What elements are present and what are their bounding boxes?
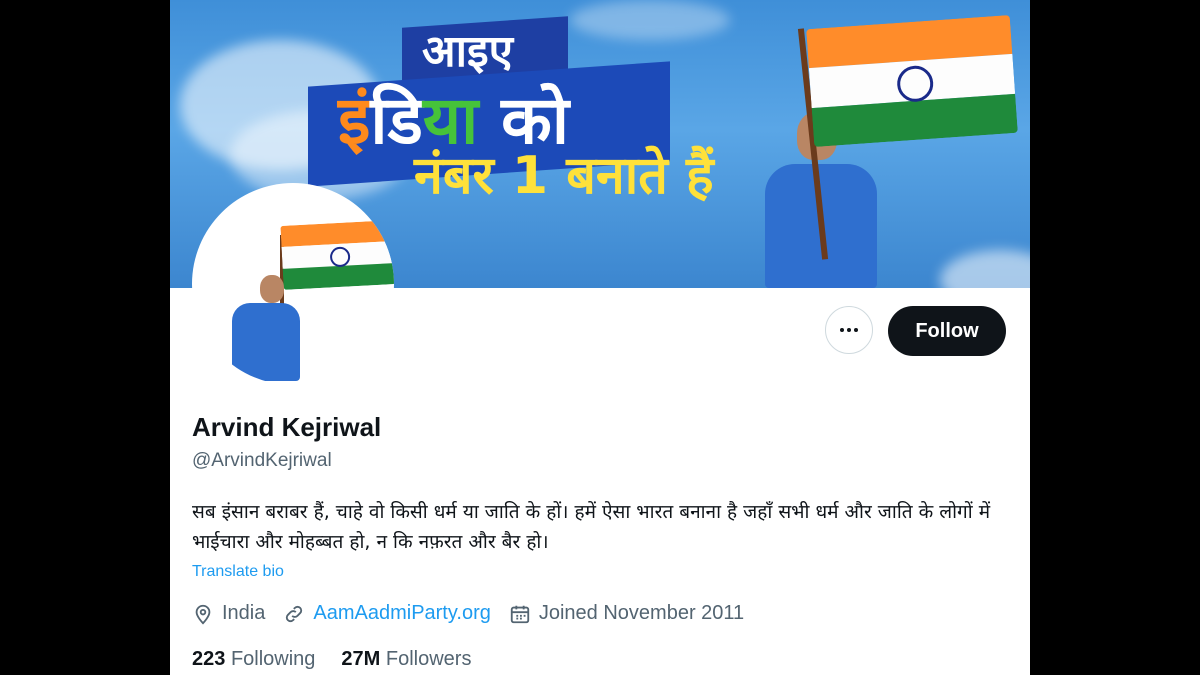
india-flag-icon xyxy=(806,15,1018,147)
following-count: 223 xyxy=(192,648,226,670)
joined-item: Joined November 2011 xyxy=(509,602,744,625)
following-label: Following xyxy=(230,648,316,670)
website-link[interactable]: AamAadmiParty.org xyxy=(313,602,490,625)
more-horizontal-icon xyxy=(840,328,858,332)
india-flag-icon xyxy=(280,220,394,290)
profile-name: Arvind Kejriwal xyxy=(192,412,382,442)
followers-stat[interactable]: 27M Followers xyxy=(341,648,471,671)
banner-headline-line3: नंबर 1 बनाते हैं xyxy=(414,146,714,206)
banner-headline-word-saffron: इं xyxy=(338,82,371,159)
location-item: India xyxy=(192,602,265,625)
profile-bio: सब इंसान बराबर हैं, चाहे वो किसी धर्म या… xyxy=(192,501,991,553)
banner-cloud xyxy=(940,250,1030,288)
follow-button[interactable]: Follow xyxy=(888,306,1006,356)
person-shirt xyxy=(232,303,300,381)
followers-label: Followers xyxy=(385,648,472,670)
banner-headline-line1: आइए xyxy=(422,26,513,77)
following-stat[interactable]: 223 Following xyxy=(192,648,315,671)
avatar[interactable] xyxy=(192,183,394,385)
more-options-button[interactable] xyxy=(825,306,873,354)
profile-page: आइए इंडिया को नंबर 1 बनाते हैं Follow Ar… xyxy=(170,0,1030,675)
translate-bio-link[interactable]: Translate bio xyxy=(192,563,284,581)
joined-date: Joined November 2011 xyxy=(538,602,745,624)
follow-stats: 223 Following 27M Followers xyxy=(192,648,497,671)
location-pin-icon xyxy=(195,604,211,624)
followers-count: 27M xyxy=(341,648,381,670)
location-text: India xyxy=(222,602,266,624)
person-head xyxy=(260,275,284,303)
profile-meta: India AamAadmiParty.org Joined November … xyxy=(192,602,762,625)
banner-cloud xyxy=(570,0,730,40)
calendar-icon xyxy=(510,605,530,623)
banner-headline-line2: इंडिया को xyxy=(338,88,569,154)
website-item: AamAadmiParty.org xyxy=(283,602,491,625)
link-icon xyxy=(286,605,303,622)
profile-handle: @ArvindKejriwal xyxy=(192,450,332,471)
